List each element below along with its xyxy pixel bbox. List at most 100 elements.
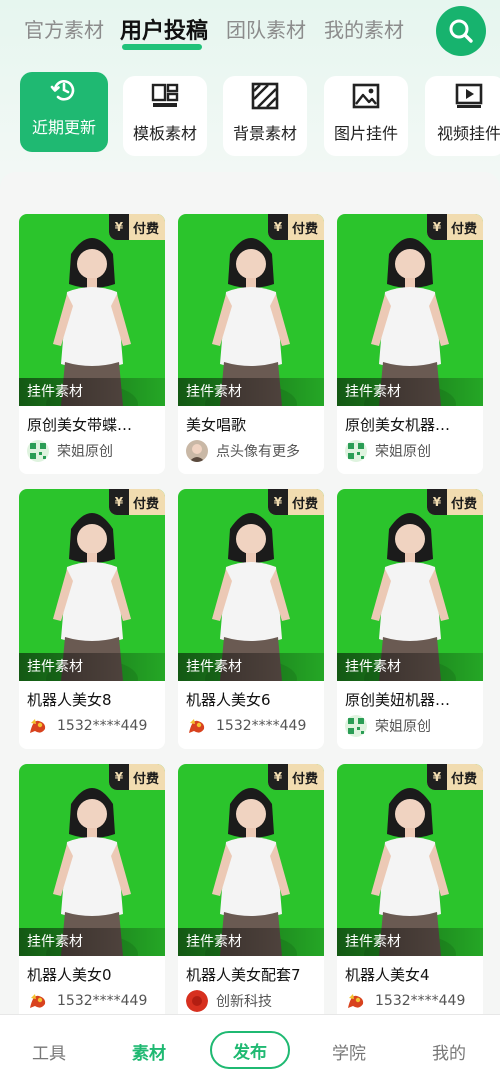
card-author[interactable]: 荣姐原创 <box>27 440 113 462</box>
category-recent-updates[interactable]: 近期更新 <box>20 72 108 152</box>
paid-badge: ¥ 付费 <box>426 489 483 515</box>
card-thumbnail[interactable]: ¥ 付费挂件素材 <box>178 764 324 956</box>
author-avatar <box>345 715 367 737</box>
author-avatar <box>345 990 367 1012</box>
card-type-tag: 挂件素材 <box>337 378 483 406</box>
author-avatar <box>27 440 49 462</box>
paid-badge-label: 付费 <box>450 496 477 512</box>
tab-user-submissions[interactable]: 用户投稿 <box>120 13 208 50</box>
card-title: 机器人美女0 <box>27 966 112 984</box>
yen-icon: ¥ <box>267 489 288 515</box>
material-card[interactable]: ¥ 付费挂件素材机器人美女4 1532****449 <box>337 764 483 1024</box>
card-thumbnail[interactable]: ¥ 付费挂件素材 <box>337 214 483 406</box>
card-author[interactable]: 荣姐原创 <box>345 440 431 462</box>
card-author[interactable]: 1532****449 <box>27 990 147 1012</box>
paid-badge-label: 付费 <box>132 221 159 237</box>
yen-icon: ¥ <box>267 764 288 790</box>
paid-badge: ¥ 付费 <box>108 214 165 240</box>
card-thumbnail[interactable]: ¥ 付费挂件素材 <box>178 489 324 681</box>
card-title: 机器人美女4 <box>345 966 430 984</box>
author-name: 1532****449 <box>216 718 307 734</box>
material-card[interactable]: ¥ 付费 挂件素材 原创美女带蝶… 荣姐原创 <box>19 214 165 474</box>
card-author[interactable]: 1532****449 <box>27 715 147 737</box>
author-name: 1532****449 <box>57 993 148 1009</box>
author-name: 点头像有更多 <box>216 444 300 460</box>
material-card[interactable]: ¥ 付费 挂件素材 机器人美女8 1532****449 <box>19 489 165 749</box>
paid-badge: ¥ 付费 <box>426 214 483 240</box>
template-icon <box>151 83 179 107</box>
card-thumbnail[interactable]: ¥ 付费挂件素材 <box>178 214 324 406</box>
active-tab-indicator <box>122 44 203 50</box>
category-label: 模板素材 <box>132 124 197 143</box>
card-title: 原创美女机器… <box>345 416 451 434</box>
paid-badge: ¥ 付费 <box>267 764 324 790</box>
author-name: 荣姐原创 <box>375 444 431 460</box>
card-author[interactable]: 1532****449 <box>186 715 306 737</box>
nav-mine[interactable]: 我的 <box>432 1039 466 1064</box>
tab-team-materials[interactable]: 团队素材 <box>226 14 306 43</box>
material-card[interactable]: ¥ 付费挂件素材原创美妞机器… 荣姐原创 <box>337 489 483 749</box>
card-type-tag: 挂件素材 <box>19 378 165 406</box>
category-video-stickers[interactable]: 视频挂件 <box>425 76 500 156</box>
author-avatar <box>345 440 367 462</box>
yen-icon: ¥ <box>426 764 447 790</box>
card-thumbnail[interactable]: ¥ 付费挂件素材 <box>337 489 483 681</box>
paid-badge-label: 付费 <box>132 496 159 512</box>
material-card[interactable]: ¥ 付费 挂件素材 机器人美女配套7 创新科技 <box>178 764 324 1024</box>
card-author[interactable]: 1532****449 <box>345 990 465 1012</box>
card-type-tag: 挂件素材 <box>337 653 483 681</box>
author-name: 荣姐原创 <box>375 719 431 735</box>
tab-my-materials[interactable]: 我的素材 <box>324 14 404 43</box>
material-card[interactable]: ¥ 付费 挂件素材机器人美女0 1532****449 <box>19 764 165 1024</box>
yen-icon: ¥ <box>426 489 447 515</box>
material-card[interactable]: ¥ 付费挂件素材原创美女机器… 荣姐原创 <box>337 214 483 474</box>
paid-badge-label: 付费 <box>450 221 477 237</box>
card-thumbnail[interactable]: ¥ 付费挂件素材 <box>19 489 165 681</box>
card-author[interactable]: 创新科技 <box>186 990 272 1012</box>
background-icon <box>251 82 279 110</box>
card-type-tag: 挂件素材 <box>178 653 324 681</box>
card-author[interactable]: 荣姐原创 <box>345 715 431 737</box>
category-image-stickers[interactable]: 图片挂件 <box>324 76 408 156</box>
paid-badge-label: 付费 <box>291 771 318 787</box>
yen-icon: ¥ <box>267 214 288 240</box>
tab-official-materials[interactable]: 官方素材 <box>24 14 104 43</box>
category-label: 图片挂件 <box>333 124 398 143</box>
card-type-tag: 挂件素材 <box>178 378 324 406</box>
top-tab-bar: 官方素材 用户投稿 团队素材 我的素材 <box>0 0 500 60</box>
yen-icon: ¥ <box>426 214 447 240</box>
publish-button[interactable]: 发布 <box>210 1031 290 1069</box>
search-button[interactable] <box>436 6 486 56</box>
card-thumbnail[interactable]: ¥ 付费挂件素材 <box>19 214 165 406</box>
yen-icon: ¥ <box>108 214 129 240</box>
yen-icon: ¥ <box>108 489 129 515</box>
paid-badge-label: 付费 <box>450 771 477 787</box>
author-name: 创新科技 <box>216 994 272 1010</box>
paid-badge: ¥ 付费 <box>426 764 483 790</box>
author-avatar <box>186 990 208 1012</box>
card-type-tag: 挂件素材 <box>19 653 165 681</box>
paid-badge: ¥ 付费 <box>267 489 324 515</box>
author-avatar <box>27 715 49 737</box>
card-type-tag: 挂件素材 <box>337 928 483 956</box>
paid-badge-label: 付费 <box>291 221 318 237</box>
author-name: 荣姐原创 <box>57 444 113 460</box>
category-backgrounds[interactable]: 背景素材 <box>223 76 307 156</box>
card-title: 美女唱歌 <box>186 416 247 434</box>
paid-badge-label: 付费 <box>291 496 318 512</box>
paid-badge: ¥ 付费 <box>267 214 324 240</box>
material-card[interactable]: ¥ 付费挂件素材美女唱歌点头像有更多 <box>178 214 324 474</box>
paid-badge-label: 付费 <box>132 771 159 787</box>
nav-academy[interactable]: 学院 <box>332 1039 366 1064</box>
material-card[interactable]: ¥ 付费 挂件素材 机器人美女6 1532****449 <box>178 489 324 749</box>
card-type-tag: 挂件素材 <box>178 928 324 956</box>
nav-materials[interactable]: 素材 <box>132 1039 166 1064</box>
card-thumbnail[interactable]: ¥ 付费挂件素材 <box>337 764 483 956</box>
card-title: 原创美妞机器… <box>345 691 451 709</box>
clock-refresh-icon <box>50 80 75 101</box>
nav-tools[interactable]: 工具 <box>32 1039 66 1064</box>
material-grid: ¥ 付费 挂件素材 原创美女带蝶… 荣姐原创 ¥ 付费 挂件素材 美女唱歌 点头像有更多 ¥ 付费 挂件… <box>0 172 500 1032</box>
category-templates[interactable]: 模板素材 <box>123 76 207 156</box>
card-thumbnail[interactable]: ¥ 付费 挂件素材 <box>19 764 165 956</box>
card-author[interactable]: 点头像有更多 <box>186 440 300 462</box>
